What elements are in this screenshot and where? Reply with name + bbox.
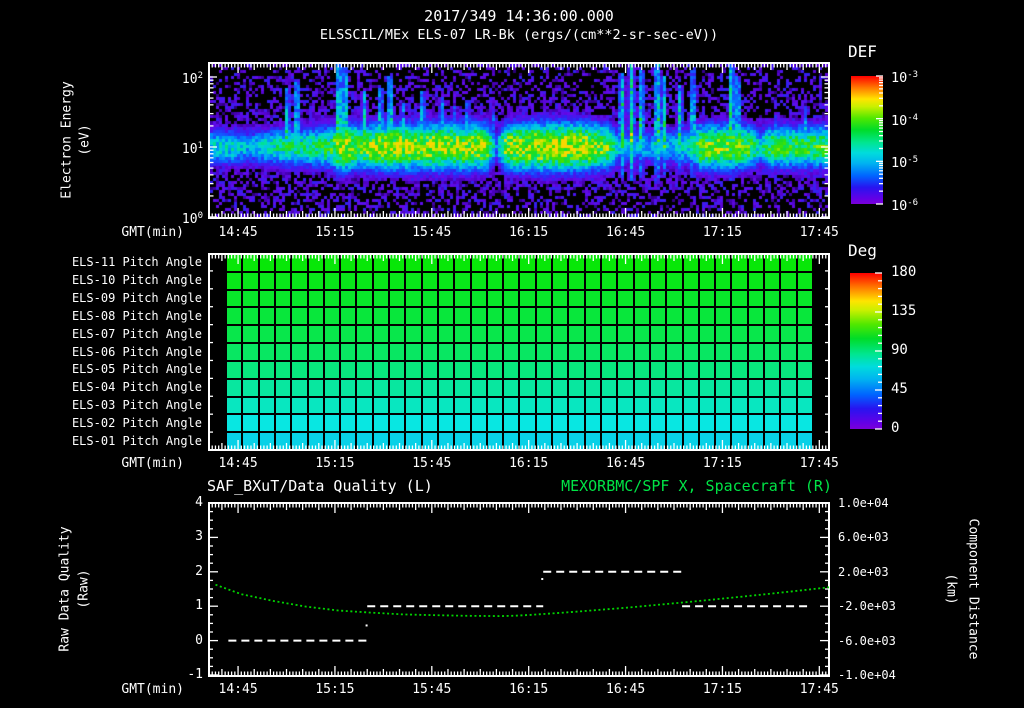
time-tick-label: 15:45 bbox=[412, 225, 452, 240]
time-tick-label: 16:45 bbox=[606, 682, 646, 697]
distance-ytick-label: 2.0e+03 bbox=[838, 564, 889, 579]
pitch-row-label: ELS-07 Pitch Angle bbox=[71, 326, 202, 341]
quality-panel-frame bbox=[208, 502, 830, 677]
distance-ytick-label: 6.0e+03 bbox=[838, 530, 889, 545]
plot-title: ELSSCIL/MEx ELS-07 LR-Bk (ergs/(cm**2-sr… bbox=[319, 27, 719, 43]
pitch-row-label: ELS-08 Pitch Angle bbox=[71, 308, 202, 323]
distance-ytick-label: 1.0e+04 bbox=[838, 496, 889, 510]
time-tick-label: 17:45 bbox=[799, 456, 839, 471]
time-tick-label: 14:45 bbox=[218, 225, 258, 240]
quality-ytick-label: 2 bbox=[195, 563, 203, 579]
time-tick-label: 15:15 bbox=[315, 225, 355, 240]
deg-colorbar-tick-label: 180 bbox=[891, 264, 917, 280]
pitch-row-label: ELS-03 Pitch Angle bbox=[71, 398, 202, 413]
quality-ylabel-line2: (Raw) bbox=[76, 569, 92, 609]
deg-colorbar-tick-label: 0 bbox=[891, 420, 900, 436]
time-tick-label: 16:45 bbox=[606, 456, 646, 471]
time-tick-label: 15:45 bbox=[412, 456, 452, 471]
time-tick-label: 14:45 bbox=[218, 456, 258, 471]
time-tick-label: 15:45 bbox=[412, 682, 452, 697]
time-tick-label: 16:45 bbox=[606, 225, 646, 240]
distance-ytick-label: -2.0e+03 bbox=[838, 599, 896, 614]
gmt-axis-label: GMT(min) bbox=[121, 225, 184, 240]
distance-ylabel-line2: (km) bbox=[943, 573, 959, 605]
quality-right-title: MEXORBMC/SPF X, Spacecraft (R) bbox=[561, 477, 832, 495]
def-colorbar-tick-label: 10-6 bbox=[891, 198, 919, 214]
distance-ytick-label: -6.0e+03 bbox=[838, 633, 896, 648]
quality-ytick-label: 4 bbox=[195, 495, 203, 510]
gmt-axis-label: GMT(min) bbox=[121, 456, 184, 471]
time-tick-label: 17:15 bbox=[702, 456, 742, 471]
plot-timestamp: 2017/349 14:36:00.000 bbox=[424, 7, 614, 25]
distance-ytick-label: -1.0e+04 bbox=[838, 668, 896, 682]
deg-colorbar-tick-label: 45 bbox=[891, 381, 908, 397]
time-tick-label: 17:15 bbox=[702, 682, 742, 697]
quality-ytick-label: -1 bbox=[187, 667, 203, 682]
time-tick-label: 14:45 bbox=[218, 682, 258, 697]
time-tick-label: 17:45 bbox=[799, 225, 839, 240]
time-tick-label: 16:15 bbox=[509, 225, 549, 240]
plot-page: 2017/349 14:36:00.000 ELSSCIL/MEx ELS-07… bbox=[0, 0, 1024, 708]
energy-ytick-label: 100 bbox=[181, 211, 203, 227]
pitch-row-label: ELS-02 Pitch Angle bbox=[71, 416, 202, 431]
distance-ylabel-line1: Component Distance bbox=[965, 518, 981, 660]
pitch-panel-frame bbox=[208, 253, 830, 451]
quality-ytick-label: 0 bbox=[195, 632, 203, 648]
spectrogram-ylabel-line2: (eV) bbox=[77, 124, 93, 156]
pitch-row-label: ELS-04 Pitch Angle bbox=[71, 380, 202, 395]
gmt-axis-label: GMT(min) bbox=[121, 682, 184, 697]
pitch-row-label: ELS-01 Pitch Angle bbox=[71, 434, 202, 448]
pitch-row-label: ELS-09 Pitch Angle bbox=[71, 290, 202, 305]
pitch-row-label: ELS-10 Pitch Angle bbox=[71, 272, 202, 287]
energy-ytick-label: 101 bbox=[181, 141, 203, 157]
def-colorbar-tick-label: 10-3 bbox=[891, 70, 919, 86]
spectrogram-frame bbox=[208, 62, 830, 219]
time-tick-label: 16:15 bbox=[509, 456, 549, 471]
quality-left-title: SAF_BXuT/Data Quality (L) bbox=[207, 477, 433, 495]
pitch-row-label: ELS-11 Pitch Angle bbox=[71, 255, 202, 269]
quality-ytick-label: 1 bbox=[195, 598, 203, 614]
time-tick-label: 15:15 bbox=[315, 456, 355, 471]
time-tick-label: 16:15 bbox=[509, 682, 549, 697]
time-tick-label: 17:45 bbox=[799, 682, 839, 697]
deg-colorbar-title: Deg bbox=[848, 241, 877, 260]
time-tick-label: 15:15 bbox=[315, 682, 355, 697]
deg-colorbar-tick-label: 135 bbox=[891, 303, 917, 319]
energy-ytick-label: 102 bbox=[181, 71, 203, 87]
quality-ytick-label: 3 bbox=[195, 529, 203, 545]
deg-colorbar-tick-label: 90 bbox=[891, 342, 908, 358]
spectrogram-ylabel-line1: Electron Energy bbox=[59, 81, 75, 199]
pitch-row-label: ELS-05 Pitch Angle bbox=[71, 362, 202, 377]
def-colorbar-title: DEF bbox=[848, 42, 877, 61]
quality-ylabel-line1: Raw Data Quality bbox=[57, 526, 73, 652]
def-colorbar-tick-label: 10-5 bbox=[891, 155, 919, 172]
def-colorbar bbox=[851, 76, 883, 204]
deg-colorbar bbox=[850, 273, 882, 429]
pitch-row-label: ELS-06 Pitch Angle bbox=[71, 344, 202, 359]
time-tick-label: 17:15 bbox=[702, 225, 742, 240]
def-colorbar-tick-label: 10-4 bbox=[891, 112, 919, 129]
